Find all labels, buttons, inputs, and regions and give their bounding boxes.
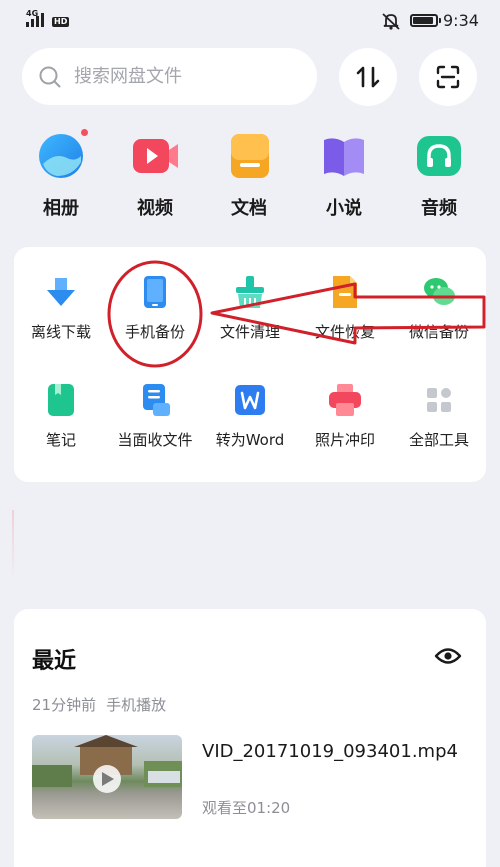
tool-phone-backup[interactable]: 手机备份 <box>105 275 205 342</box>
video-icon <box>133 139 178 173</box>
tool-photo-print[interactable]: 照片冲印 <box>295 383 395 450</box>
tool-file-restore[interactable]: 文件恢复 <box>295 275 395 342</box>
status-bar: 4G HD 9:34 <box>0 0 500 40</box>
category-novel[interactable]: 小说 <box>304 132 384 220</box>
tool-receive-files[interactable]: 当面收文件 <box>105 383 205 450</box>
category-row: 相册 视频 文档 小说 音频 <box>0 128 500 222</box>
mute-bell-icon <box>382 13 400 30</box>
notes-icon <box>48 384 74 416</box>
category-label: 视频 <box>137 198 173 219</box>
scan-icon <box>436 65 460 89</box>
photo-print-icon <box>329 384 361 416</box>
eye-icon[interactable] <box>434 645 462 667</box>
clock: 9:34 <box>443 11 479 30</box>
tool-label: 离线下载 <box>30 323 91 341</box>
tool-all-tools[interactable]: 全部工具 <box>389 383 489 450</box>
tool-label: 转为Word <box>215 431 285 449</box>
scroll-mark <box>12 510 14 580</box>
category-label: 相册 <box>43 198 79 219</box>
novel-icon <box>324 138 364 176</box>
receive-files-icon <box>143 384 170 416</box>
recent-meta: 21分钟前 手机播放 <box>32 694 166 715</box>
recent-time: 21分钟前 <box>32 696 97 714</box>
recent-source: 手机播放 <box>106 696 167 714</box>
hd-badge: HD <box>52 17 70 27</box>
search-icon <box>39 66 61 87</box>
category-album[interactable]: 相册 <box>21 128 101 220</box>
notification-dot <box>80 128 89 137</box>
recent-file-row[interactable]: VID_20171019_093401.mp4 观看至01:20 <box>32 735 472 823</box>
file-cleanup-icon <box>236 276 264 308</box>
video-thumbnail[interactable] <box>32 735 182 819</box>
category-audio[interactable]: 音频 <box>399 132 479 220</box>
recent-card: 最近 21分钟前 手机播放 VID_20171019_093401.mp4 观看至… <box>14 609 486 867</box>
recent-title: 最近 <box>32 649 77 674</box>
tool-label: 当面收文件 <box>117 431 193 449</box>
tool-label: 微信备份 <box>408 323 469 341</box>
search-bar[interactable] <box>22 48 317 105</box>
tool-label: 笔记 <box>45 431 76 449</box>
category-video[interactable]: 视频 <box>115 132 195 220</box>
tool-notes[interactable]: 笔记 <box>11 383 111 450</box>
wechat-backup-icon <box>424 278 455 305</box>
convert-word-icon <box>235 385 265 415</box>
tool-label: 照片冲印 <box>314 431 375 449</box>
offline-download-icon <box>47 278 75 306</box>
signal-icon: 4G <box>26 9 44 27</box>
tool-offline-download[interactable]: 离线下载 <box>11 275 111 342</box>
file-name: VID_20171019_093401.mp4 <box>202 741 458 762</box>
category-label: 小说 <box>326 198 362 219</box>
search-input[interactable] <box>74 66 294 87</box>
all-tools-icon <box>427 388 451 412</box>
tool-label: 文件恢复 <box>314 323 375 341</box>
tool-label: 手机备份 <box>124 323 185 341</box>
tool-wechat-backup[interactable]: 微信备份 <box>389 275 489 342</box>
scan-button[interactable] <box>419 48 477 106</box>
file-restore-icon <box>333 276 357 308</box>
thumbnail-scene <box>32 735 182 793</box>
tool-file-cleanup[interactable]: 文件清理 <box>200 275 300 342</box>
category-label: 文档 <box>231 198 267 219</box>
transfer-arrows-icon <box>356 66 380 88</box>
document-icon <box>231 134 269 178</box>
album-icon <box>39 134 83 178</box>
phone-backup-icon <box>144 276 166 308</box>
tools-card: 离线下载 手机备份 文件清理 文件恢复 微信备份 笔记 当面收文件 转为Word… <box>14 247 486 482</box>
audio-icon <box>417 136 461 176</box>
transfer-button[interactable] <box>339 48 397 106</box>
battery-icon <box>410 14 441 27</box>
watch-progress: 观看至01:20 <box>202 799 291 817</box>
network-type: 4G <box>26 9 39 18</box>
category-label: 音频 <box>421 198 457 219</box>
tool-label: 文件清理 <box>219 323 280 341</box>
category-document[interactable]: 文档 <box>209 132 289 220</box>
tool-convert-word[interactable]: 转为Word <box>200 383 300 450</box>
tool-label: 全部工具 <box>408 431 469 449</box>
